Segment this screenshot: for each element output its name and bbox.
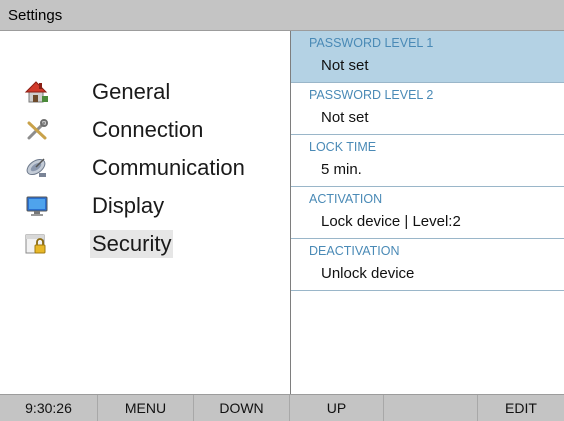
monitor-icon bbox=[20, 190, 54, 222]
setting-header: ACTIVATION bbox=[309, 192, 383, 206]
setting-value: Lock device | Level:2 bbox=[321, 213, 461, 230]
menu-label: Communication bbox=[92, 155, 245, 180]
menu-item-general[interactable]: General bbox=[20, 76, 172, 108]
up-button[interactable]: UP bbox=[290, 395, 384, 421]
menu-item-display[interactable]: Display bbox=[20, 190, 166, 222]
setting-activation[interactable]: ACTIVATION Lock device | Level:2 bbox=[291, 187, 564, 239]
down-button[interactable]: DOWN bbox=[194, 395, 290, 421]
title-bar: Settings bbox=[0, 0, 564, 31]
menu-item-connection[interactable]: Connection bbox=[20, 114, 205, 146]
lock-folder-icon bbox=[20, 228, 54, 260]
window-title: Settings bbox=[8, 7, 63, 24]
settings-menu: General Connection Communication Display… bbox=[0, 31, 290, 394]
setting-value: 5 min. bbox=[321, 161, 362, 178]
satellite-dish-icon bbox=[20, 152, 54, 184]
menu-label: Connection bbox=[92, 117, 204, 142]
setting-deactivation[interactable]: DEACTIVATION Unlock device bbox=[291, 239, 564, 291]
menu-label: Security bbox=[90, 230, 174, 258]
setting-value: Not set bbox=[321, 57, 369, 74]
menu-button[interactable]: MENU bbox=[98, 395, 194, 421]
edit-button[interactable]: EDIT bbox=[478, 395, 564, 421]
function-key-bar: 9:30:26 MENU DOWN UP EDIT bbox=[0, 394, 564, 421]
setting-value: Not set bbox=[321, 109, 369, 126]
menu-label: General bbox=[92, 79, 171, 104]
setting-header: LOCK TIME bbox=[309, 140, 377, 154]
tools-icon bbox=[20, 114, 54, 146]
setting-header: PASSWORD LEVEL 1 bbox=[309, 36, 434, 50]
house-icon bbox=[20, 76, 54, 108]
menu-label: Display bbox=[92, 193, 165, 218]
menu-item-communication[interactable]: Communication bbox=[20, 152, 247, 184]
setting-value: Unlock device bbox=[321, 265, 415, 282]
setting-password-level-1[interactable]: PASSWORD LEVEL 1 Not set bbox=[291, 31, 564, 83]
setting-header: PASSWORD LEVEL 2 bbox=[309, 88, 434, 102]
setting-header: DEACTIVATION bbox=[309, 244, 400, 258]
setting-lock-time[interactable]: LOCK TIME 5 min. bbox=[291, 135, 564, 187]
menu-item-security[interactable]: Security bbox=[20, 228, 174, 260]
clock-display: 9:30:26 bbox=[0, 395, 98, 421]
security-settings-panel: PASSWORD LEVEL 1 Not set PASSWORD LEVEL … bbox=[291, 31, 564, 394]
empty-function-key[interactable] bbox=[384, 395, 478, 421]
setting-password-level-2[interactable]: PASSWORD LEVEL 2 Not set bbox=[291, 83, 564, 135]
